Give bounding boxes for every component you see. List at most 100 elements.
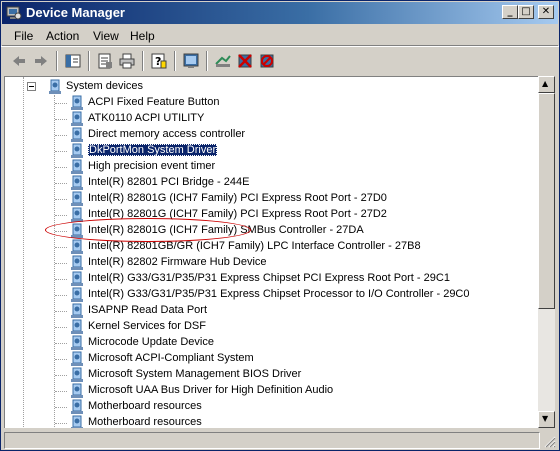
menu-bar: File Action View Help [2, 25, 558, 46]
tree-connector [55, 423, 67, 424]
toolbar-separator [206, 51, 208, 71]
device-tree[interactable]: System devices ACPI Fixed Feature Button… [4, 76, 538, 428]
system-device-icon [71, 191, 83, 206]
device-label: Intel(R) 82801GB/GR (ICH7 Family) LPC In… [88, 240, 421, 252]
device-label: ISAPNP Read Data Port [88, 304, 208, 316]
properties-icon[interactable] [96, 52, 114, 70]
scroll-down-button[interactable]: ▼ [538, 411, 555, 428]
tree-connector [55, 167, 67, 168]
device-item[interactable]: Microsoft UAA Bus Driver for High Defini… [69, 383, 529, 399]
scroll-thumb[interactable] [538, 93, 555, 309]
back-icon[interactable] [10, 52, 28, 70]
menu-action[interactable]: Action [46, 29, 79, 43]
system-device-icon [71, 367, 83, 382]
device-item[interactable]: Intel(R) G33/G31/P35/P31 Express Chipset… [69, 271, 529, 287]
scroll-down-icon: ▼ [542, 414, 549, 423]
tree-connector [55, 295, 67, 296]
tree-connector [55, 407, 67, 408]
menu-help[interactable]: Help [130, 29, 155, 43]
menu-separator [1, 46, 559, 47]
system-device-icon [71, 223, 83, 238]
device-item[interactable]: Intel(R) G33/G31/P35/P31 Express Chipset… [69, 287, 529, 303]
toolbar: ? [2, 48, 558, 75]
minimize-button[interactable]: _ [502, 5, 518, 19]
vertical-scrollbar[interactable]: ▲ ▼ [538, 76, 555, 428]
resize-grip-icon[interactable] [542, 434, 556, 448]
device-item[interactable]: Motherboard resources [69, 399, 529, 415]
close-button[interactable]: ✕ [538, 5, 554, 19]
device-label: Motherboard resources [88, 400, 202, 412]
system-device-icon [71, 383, 83, 398]
status-bar [2, 430, 558, 450]
device-item[interactable]: Intel(R) 82801G (ICH7 Family) PCI Expres… [69, 191, 529, 207]
system-device-icon [71, 159, 83, 174]
device-item[interactable]: Direct memory access controller [69, 127, 529, 143]
tree-connector [55, 183, 67, 184]
update-driver-icon[interactable] [214, 52, 232, 70]
tree-connector [55, 359, 67, 360]
device-item[interactable]: DkPortMon System Driver [69, 143, 529, 159]
tree-connector [55, 151, 67, 152]
device-item[interactable]: Microsoft System Management BIOS Driver [69, 367, 529, 383]
tree-connector [55, 391, 67, 392]
toolbar-separator [56, 51, 58, 71]
tree-connector [55, 135, 67, 136]
tree-connector [55, 119, 67, 120]
device-item[interactable]: Intel(R) 82801G (ICH7 Family) SMBus Cont… [69, 223, 529, 239]
device-label: Intel(R) G33/G31/P35/P31 Express Chipset… [88, 272, 450, 284]
device-label: Intel(R) 82801G (ICH7 Family) SMBus Cont… [88, 224, 364, 236]
device-item[interactable]: Intel(R) 82801 PCI Bridge - 244E [69, 175, 529, 191]
device-label: Microsoft ACPI-Compliant System [88, 352, 254, 364]
collapse-expander[interactable] [27, 82, 36, 91]
device-item[interactable]: ATK0110 ACPI UTILITY [69, 111, 529, 127]
show-hide-tree-icon[interactable] [64, 52, 82, 70]
toolbar-separator [142, 51, 144, 71]
device-item[interactable]: Intel(R) 82801G (ICH7 Family) PCI Expres… [69, 207, 529, 223]
device-label: Kernel Services for DSF [88, 320, 206, 332]
tree-connector [55, 263, 67, 264]
device-item[interactable]: Kernel Services for DSF [69, 319, 529, 335]
disable-device-icon[interactable] [236, 52, 254, 70]
device-label: ATK0110 ACPI UTILITY [88, 112, 205, 124]
device-label: Microsoft UAA Bus Driver for High Defini… [88, 384, 334, 396]
scan-hardware-icon[interactable] [182, 52, 200, 70]
tree-connector [55, 231, 67, 232]
help-icon[interactable]: ? [150, 52, 168, 70]
print-icon[interactable] [118, 52, 136, 70]
device-label: Intel(R) 82801G (ICH7 Family) PCI Expres… [88, 208, 387, 220]
device-manager-app-icon [6, 6, 22, 20]
device-item[interactable]: Intel(R) 82802 Firmware Hub Device [69, 255, 529, 271]
title-bar[interactable]: Device Manager _ □ ✕ [2, 2, 558, 24]
system-device-icon [71, 143, 83, 158]
device-item[interactable]: ISAPNP Read Data Port [69, 303, 529, 319]
device-item[interactable]: Microcode Update Device [69, 335, 529, 351]
system-device-icon [71, 303, 83, 318]
category-system-devices[interactable]: System devices [27, 79, 227, 95]
system-device-icon [71, 399, 83, 414]
uninstall-icon[interactable] [258, 52, 276, 70]
device-item[interactable]: ACPI Fixed Feature Button [69, 95, 529, 111]
system-device-icon [71, 287, 83, 302]
system-device-icon [71, 239, 83, 254]
scroll-up-button[interactable]: ▲ [538, 76, 555, 93]
device-item[interactable]: High precision event timer [69, 159, 529, 175]
system-device-icon [71, 415, 83, 428]
tree-connector [55, 311, 67, 312]
forward-icon[interactable] [32, 52, 50, 70]
window-title: Device Manager [26, 5, 125, 20]
device-item[interactable]: Intel(R) 82801GB/GR (ICH7 Family) LPC In… [69, 239, 529, 255]
device-item[interactable]: Motherboard resources [69, 415, 529, 428]
tree-connector [55, 199, 67, 200]
system-device-icon [71, 255, 83, 270]
maximize-button[interactable]: □ [518, 5, 534, 19]
device-label: Motherboard resources [88, 416, 202, 428]
system-device-icon [71, 351, 83, 366]
device-label: Intel(R) 82802 Firmware Hub Device [88, 256, 267, 268]
menu-view[interactable]: View [93, 29, 119, 43]
tree-connector [55, 247, 67, 248]
system-device-icon [71, 271, 83, 286]
device-item[interactable]: Microsoft ACPI-Compliant System [69, 351, 529, 367]
tree-connector [55, 215, 67, 216]
device-label: Intel(R) 82801 PCI Bridge - 244E [88, 176, 250, 188]
menu-file[interactable]: File [14, 29, 33, 43]
